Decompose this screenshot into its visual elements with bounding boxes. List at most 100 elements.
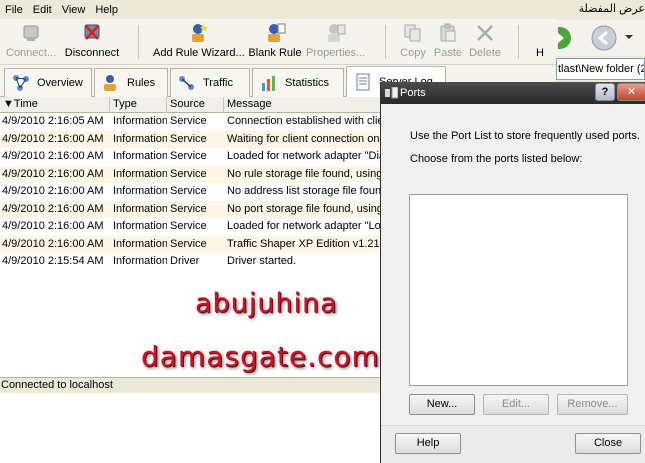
- properties-icon: [324, 22, 346, 44]
- connect-button[interactable]: Connect...: [6, 22, 56, 64]
- copy-label: Copy: [400, 47, 426, 59]
- toolbar-separator: [385, 25, 386, 59]
- cell-source: Service: [170, 220, 207, 232]
- blank-rule-icon: [264, 22, 286, 44]
- new-port-button[interactable]: New...: [409, 394, 475, 415]
- cell-time: 4/9/2010 2:16:05 AM: [2, 115, 104, 127]
- tab-statistics-label: Statistics: [285, 77, 330, 89]
- browser-menu-text[interactable]: عرض المفضلة: [579, 3, 645, 15]
- tab-overview[interactable]: Overview: [4, 68, 92, 97]
- blank-rule-button[interactable]: Blank Rule: [248, 22, 302, 64]
- overflow-label: H: [536, 47, 544, 59]
- connect-label: Connect...: [6, 47, 57, 59]
- menu-edit[interactable]: Edit: [28, 4, 57, 16]
- traffic-icon: [177, 73, 197, 93]
- forward-icon[interactable]: [549, 24, 574, 52]
- cell-time: 4/9/2010 2:16:00 AM: [2, 185, 104, 197]
- cell-type: Information: [113, 115, 167, 127]
- cell-type: Information: [113, 202, 167, 215]
- blank-rule-label: Blank Rule: [248, 47, 302, 59]
- help-button[interactable]: Help: [395, 433, 461, 454]
- back-icon[interactable]: [590, 24, 618, 52]
- status-text: Connected to localhost: [1, 379, 113, 391]
- cell-type: Information: [113, 255, 167, 267]
- cell-type: Information: [113, 150, 167, 162]
- delete-label: Delete: [469, 47, 501, 59]
- cell-source: Service: [170, 185, 207, 197]
- user-rule-icon: [101, 73, 121, 93]
- remove-port-button[interactable]: Remove...: [557, 394, 628, 415]
- port-list-box[interactable]: [409, 194, 628, 386]
- column-header-label: Type: [113, 98, 137, 110]
- help-glyph: ?: [601, 86, 609, 98]
- properties-label: Properties...: [306, 47, 366, 59]
- column-header-label: Source: [170, 98, 205, 110]
- column-header-label: Message: [227, 98, 272, 110]
- cell-source: Service: [170, 202, 207, 215]
- column-header-type[interactable]: Type: [110, 97, 167, 113]
- cell-time: 4/9/2010 2:16:00 AM: [2, 237, 104, 250]
- address-bar[interactable]: tlast\New folder (2: [556, 58, 645, 80]
- disconnect-label: Disconnect: [64, 47, 120, 59]
- sort-indicator: ▼: [3, 98, 14, 110]
- close-title-button[interactable]: ✕: [617, 83, 645, 101]
- copy-icon: [402, 22, 424, 44]
- add-rule-wizard-button[interactable]: Add Rule Wizard...: [153, 22, 245, 64]
- properties-button[interactable]: Properties...: [306, 22, 366, 64]
- column-header-source[interactable]: Source: [167, 97, 224, 113]
- close-button[interactable]: Close: [575, 433, 641, 454]
- cell-time: 4/9/2010 2:16:00 AM: [2, 167, 104, 180]
- cell-source: Service: [170, 167, 207, 180]
- cell-time: 4/9/2010 2:16:00 AM: [2, 132, 104, 145]
- help-label: Help: [416, 437, 440, 449]
- delete-button[interactable]: Delete: [467, 22, 503, 64]
- chevron-down-icon[interactable]: [624, 32, 634, 42]
- add-rule-wizard-label: Add Rule Wizard...: [153, 47, 245, 59]
- cell-type: Information: [113, 220, 167, 232]
- paste-button[interactable]: Paste: [433, 22, 463, 64]
- browser-menu-bar: عرض المفضلة: [556, 0, 645, 19]
- tab-statistics[interactable]: Statistics: [252, 68, 344, 97]
- cell-time: 4/9/2010 2:16:00 AM: [2, 150, 104, 162]
- cell-source: Service: [170, 132, 207, 145]
- disconnect-button[interactable]: Disconnect: [63, 22, 121, 64]
- cell-type: Information: [113, 167, 167, 180]
- background-browser-window: عرض المفضلة tlast\New folder (2: [549, 0, 645, 85]
- menu-help[interactable]: Help: [90, 4, 123, 16]
- disconnect-icon: [81, 22, 103, 44]
- overflow-icon: [535, 22, 545, 44]
- ports-dialog: Ports ? ✕ Use the Port List to store fre…: [380, 82, 645, 463]
- tab-rules-label: Rules: [127, 77, 156, 89]
- cell-source: Driver: [170, 255, 200, 267]
- column-header-time[interactable]: ▼Time: [0, 97, 110, 113]
- tab-overview-label: Overview: [37, 77, 83, 89]
- toolbar-separator: [518, 25, 519, 59]
- connect-icon: [20, 22, 42, 44]
- close-label: Close: [593, 437, 623, 449]
- ports-app-icon: [385, 86, 399, 99]
- watermark-text: abujuhina: [195, 288, 338, 319]
- delete-icon: [474, 22, 496, 44]
- toolbar: Connect... Disconnect Add Rule Wizard...: [0, 19, 556, 65]
- chart-icon: [259, 73, 279, 93]
- cell-time: 4/9/2010 2:15:54 AM: [2, 255, 104, 267]
- dialog-title: Ports: [400, 87, 426, 99]
- dialog-title-bar[interactable]: Ports ? ✕: [381, 82, 645, 104]
- remove-port-label: Remove...: [567, 398, 618, 410]
- tab-rules[interactable]: Rules: [94, 68, 168, 97]
- browser-nav-bar: [549, 20, 645, 56]
- address-text: tlast\New folder (2: [558, 63, 645, 75]
- edit-port-button[interactable]: Edit...: [483, 394, 549, 415]
- menu-view[interactable]: View: [57, 4, 91, 16]
- choose-ports-label: Choose from the ports listed below:: [410, 153, 583, 165]
- tab-traffic[interactable]: Traffic: [170, 68, 250, 97]
- menu-bar: File Edit View Help: [0, 0, 556, 19]
- overflow-button[interactable]: H: [533, 22, 547, 64]
- cell-type: Information: [113, 132, 167, 145]
- menu-file[interactable]: File: [0, 4, 28, 16]
- help-title-button[interactable]: ?: [595, 83, 615, 101]
- copy-button[interactable]: Copy: [397, 22, 429, 64]
- document-icon: [353, 72, 373, 92]
- paste-label: Paste: [433, 47, 463, 59]
- close-icon: ✕: [626, 86, 637, 98]
